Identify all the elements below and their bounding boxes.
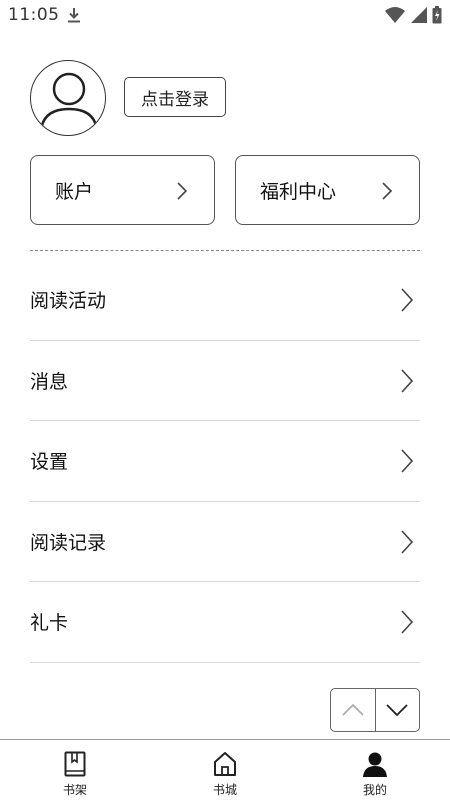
avatar-figure xyxy=(39,72,99,132)
welfare-center-card[interactable]: 福利中心 xyxy=(235,155,420,225)
download-icon xyxy=(68,8,80,23)
nav-item-bookshelf[interactable]: 书架 xyxy=(0,740,150,800)
dashed-divider xyxy=(30,250,420,251)
user-avatar-icon[interactable] xyxy=(30,60,106,136)
status-icons xyxy=(384,6,442,24)
chevron-right-icon xyxy=(401,288,414,312)
account-card-label: 账户 xyxy=(55,180,94,203)
welfare-card-label: 福利中心 xyxy=(260,180,337,203)
login-button[interactable]: 点击登录 xyxy=(124,77,226,117)
menu-item-label: 消息 xyxy=(30,370,69,393)
person-icon xyxy=(362,750,388,778)
chevron-right-icon xyxy=(401,610,414,634)
menu-item-messages[interactable]: 消息 xyxy=(30,341,420,421)
cell-signal-icon xyxy=(411,7,427,23)
chevron-right-icon xyxy=(382,182,393,200)
menu-item-reading-activities[interactable]: 阅读活动 xyxy=(30,260,420,341)
menu-list: 阅读活动 消息 设置 阅读记录 礼卡 xyxy=(30,260,420,663)
chevron-right-icon xyxy=(401,449,414,473)
scroll-controls xyxy=(330,688,420,732)
nav-item-mine[interactable]: 我的 xyxy=(300,740,450,800)
scroll-down-button[interactable] xyxy=(374,689,420,731)
menu-item-gift-card[interactable]: 礼卡 xyxy=(30,582,420,663)
menu-item-label: 礼卡 xyxy=(30,612,69,635)
wifi-icon xyxy=(385,7,405,23)
status-bar: 11:05 xyxy=(0,0,450,32)
menu-item-label: 阅读记录 xyxy=(30,531,107,554)
nav-label-mine: 我的 xyxy=(362,783,387,797)
account-card[interactable]: 账户 xyxy=(30,155,215,225)
chevron-right-icon xyxy=(401,368,414,393)
scroll-up-button[interactable] xyxy=(331,689,375,731)
chevron-right-icon xyxy=(401,529,414,554)
chevron-up-icon xyxy=(342,703,364,716)
home-icon xyxy=(212,750,238,778)
chevron-down-icon xyxy=(386,704,408,717)
menu-item-settings[interactable]: 设置 xyxy=(30,421,420,502)
nav-label-bookshelf: 书架 xyxy=(62,783,87,797)
chevron-right-icon xyxy=(177,182,188,200)
battery-icon xyxy=(432,6,442,24)
bottom-nav: 书架 书城 我的 xyxy=(0,739,450,800)
status-time: 11:05 xyxy=(8,5,60,25)
menu-item-label: 设置 xyxy=(30,451,69,474)
menu-item-reading-history[interactable]: 阅读记录 xyxy=(30,502,420,582)
nav-label-bookstore: 书城 xyxy=(212,783,237,797)
bookshelf-icon xyxy=(62,750,88,778)
nav-item-bookstore[interactable]: 书城 xyxy=(150,740,300,800)
menu-item-label: 阅读活动 xyxy=(30,290,107,313)
